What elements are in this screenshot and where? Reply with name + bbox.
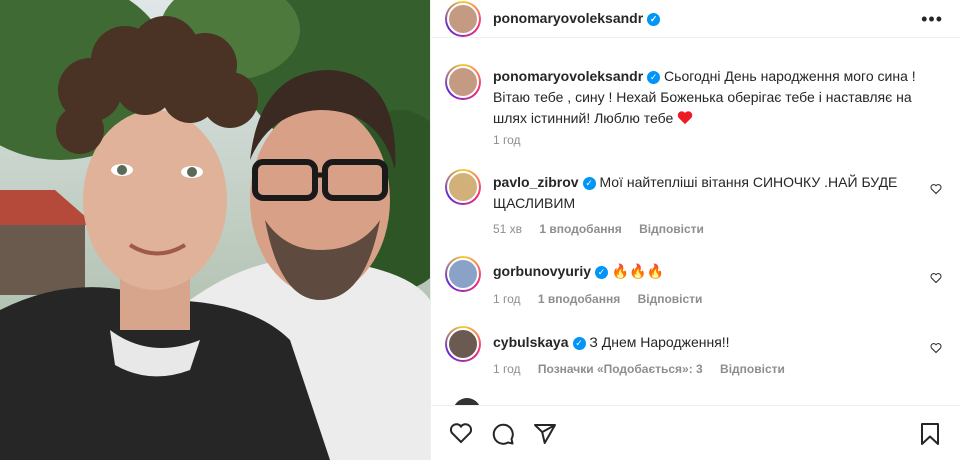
post-side-panel: ponomaryovoleksandr ✓ ••• ponomaryovoleks… (430, 0, 960, 460)
like-comment-heart-icon[interactable] (930, 272, 942, 284)
verified-badge-icon: ✓ (572, 337, 586, 350)
share-icon[interactable] (533, 422, 557, 446)
comment-username[interactable]: cybulskaya (493, 334, 569, 350)
comment-username[interactable]: gorbunovyuriy (493, 263, 591, 279)
verified-badge-icon: ✓ (582, 177, 596, 190)
caption-username[interactable]: ponomaryovoleksandr (493, 68, 643, 84)
commenter-avatar[interactable] (445, 326, 481, 362)
comment-meta: 1 год 1 вподобання Відповісти (493, 292, 716, 306)
reply-button[interactable]: Відповісти (720, 362, 785, 376)
commenter-avatar[interactable] (445, 169, 481, 205)
comment-likes[interactable]: 1 вподобання (539, 222, 621, 236)
caption-time: 1 год (493, 133, 521, 147)
author-username-text[interactable]: ponomaryovoleksandr (493, 10, 643, 26)
commenter-avatar[interactable] (445, 256, 481, 292)
comment-time: 1 год (493, 292, 521, 306)
author-username[interactable]: ponomaryovoleksandr ✓ (493, 10, 661, 26)
heart-icon[interactable] (449, 422, 473, 444)
comment: pavlo_zibrov ✓ Мої найтепліші вітання СИН… (493, 172, 923, 214)
comment: gorbunovyuriy ✓ 🔥🔥🔥 (493, 261, 923, 282)
more-options-icon[interactable]: ••• (921, 9, 943, 30)
post-photo-illustration (0, 0, 430, 460)
comment-likes[interactable]: 1 вподобання (538, 292, 620, 306)
post-action-bar (431, 405, 960, 460)
author-avatar[interactable] (445, 1, 481, 37)
verified-badge-icon: ✓ (647, 71, 661, 84)
post-header: ponomaryovoleksandr ✓ ••• (431, 0, 960, 38)
comment-username[interactable]: pavlo_zibrov (493, 174, 579, 190)
comment: cybulskaya ✓ З Днем Народження!! (493, 332, 923, 353)
reply-button[interactable]: Відповісти (638, 292, 703, 306)
verified-badge-icon: ✓ (647, 13, 661, 26)
post-caption: ponomaryovoleksandr ✓ Сьогодні День народ… (493, 66, 933, 131)
caption-meta: 1 год (493, 133, 535, 147)
comment-likes[interactable]: Позначки «Подобається»: 3 (538, 362, 703, 376)
comment-text: 🔥🔥🔥 (611, 263, 665, 279)
bookmark-icon[interactable] (919, 422, 941, 446)
caption-author-avatar[interactable] (445, 64, 481, 100)
verified-badge-icon: ✓ (595, 266, 609, 279)
comment-icon[interactable] (491, 422, 515, 446)
comment-time: 1 год (493, 362, 521, 376)
red-heart-icon (677, 110, 693, 131)
comment-time: 51 хв (493, 222, 523, 236)
comment-text: З Днем Народження!! (589, 334, 730, 350)
comment-meta: 51 хв 1 вподобання Відповісти (493, 222, 718, 236)
like-comment-heart-icon[interactable] (930, 183, 942, 195)
reply-button[interactable]: Відповісти (639, 222, 704, 236)
post-photo (0, 0, 430, 460)
like-comment-heart-icon[interactable] (930, 342, 942, 354)
comment-meta: 1 год Позначки «Подобається»: 3 Відповіс… (493, 362, 799, 376)
